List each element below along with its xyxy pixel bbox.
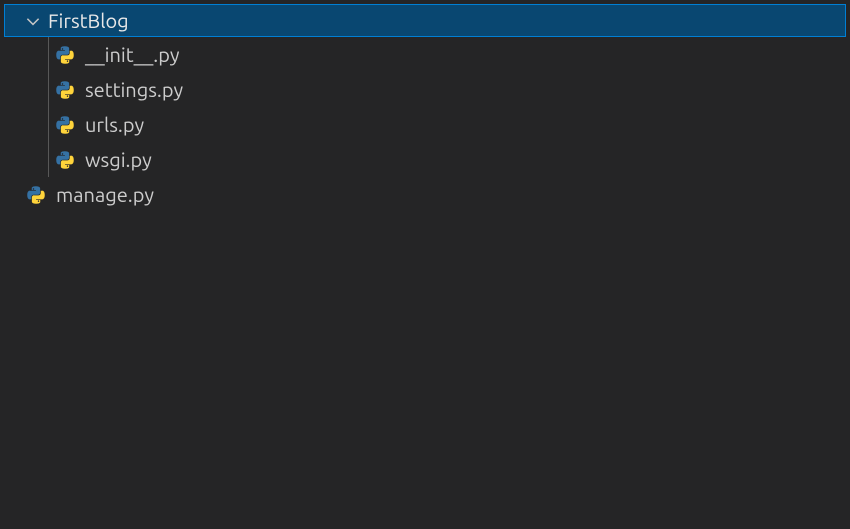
file-row-urls[interactable]: urls.py [47,107,846,142]
python-file-icon [55,45,75,65]
python-file-icon [55,80,75,100]
file-label: manage.py [56,183,154,206]
python-file-icon [55,115,75,135]
python-file-icon [26,185,46,205]
indent-guide [48,37,49,177]
python-file-icon [55,150,75,170]
chevron-down-icon [22,10,44,32]
file-label: urls.py [85,113,144,136]
file-explorer-tree: FirstBlog __init__.py settings.py [0,0,850,216]
file-label: settings.py [85,78,183,101]
file-row-settings[interactable]: settings.py [47,72,846,107]
folder-row-firstblog[interactable]: FirstBlog [4,4,846,37]
file-row-manage[interactable]: manage.py [4,177,846,212]
folder-label: FirstBlog [48,9,129,32]
folder-children: __init__.py settings.py urls.py [4,37,846,177]
file-label: __init__.py [85,43,180,66]
file-row-init[interactable]: __init__.py [47,37,846,72]
file-label: wsgi.py [85,148,152,171]
file-row-wsgi[interactable]: wsgi.py [47,142,846,177]
